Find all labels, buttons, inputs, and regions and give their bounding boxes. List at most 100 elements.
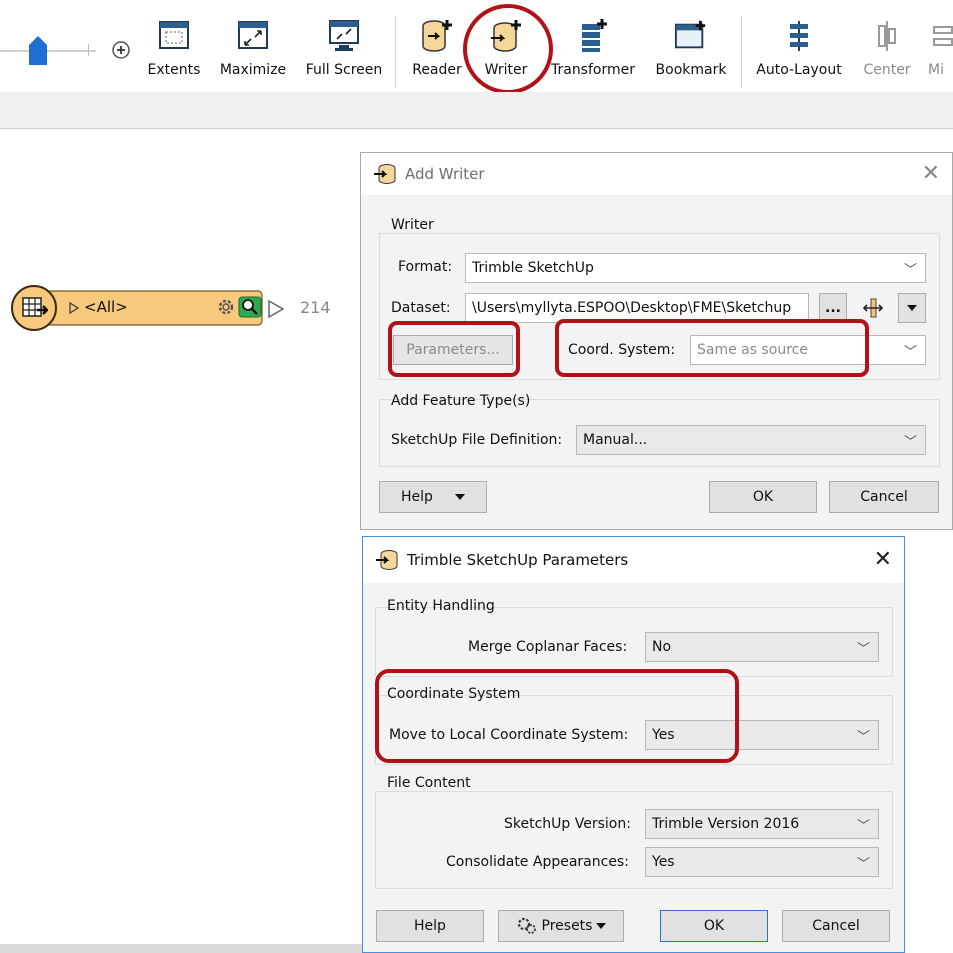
reader-icon (422, 20, 452, 52)
sketchup-version-select[interactable]: Trimble Version 2016 ﹀ (645, 809, 879, 839)
dataset-options-icon (862, 298, 884, 318)
full-screen-label: Full Screen (305, 62, 383, 78)
chevron-down-icon: ﹀ (856, 857, 870, 872)
toolbar-separator (741, 16, 742, 88)
inspect-magnifier-icon[interactable] (238, 296, 262, 318)
gear-icon[interactable] (215, 296, 237, 318)
transformer-label: Transformer (550, 62, 635, 78)
format-select[interactable]: Trimble SketchUp ﹀ (465, 253, 926, 283)
extents-button[interactable]: Extents (144, 18, 204, 88)
chevron-down-icon: ﹀ (903, 435, 917, 450)
maximize-icon (238, 21, 268, 49)
reader-label: Reader (412, 62, 462, 78)
middle-button[interactable]: Mi (928, 18, 953, 88)
sketchup-parameters-dialog: Trimble SketchUp Parameters ✕ Entity Han… (362, 536, 905, 953)
node-label: <All> (84, 298, 128, 316)
bookmark-label: Bookmark (655, 62, 727, 78)
output-port-icon[interactable] (266, 299, 286, 319)
help-label: Help (401, 489, 433, 505)
presets-button[interactable]: Presets (498, 910, 624, 942)
help-button[interactable]: Help (376, 910, 484, 942)
consolidate-value: Yes (652, 854, 675, 870)
chevron-down-icon: ﹀ (903, 263, 917, 278)
parameters-title: Trimble SketchUp Parameters (407, 551, 629, 569)
add-writer-titlebar: Add Writer (361, 153, 952, 195)
writer-group-label: Writer (391, 217, 434, 233)
reader-feature-node[interactable]: <All> (10, 284, 266, 332)
bookmark-icon (674, 20, 706, 49)
dataset-dropdown-button[interactable] (898, 293, 926, 323)
chevron-down-icon: ﹀ (903, 345, 917, 360)
writer-highlight-circle (463, 4, 553, 94)
transformer-icon (582, 19, 607, 52)
extents-icon (159, 21, 189, 49)
auto-layout-button[interactable]: Auto-Layout (750, 18, 848, 88)
center-icon (878, 21, 896, 51)
ok-button[interactable]: OK (660, 910, 768, 942)
consolidate-label: Consolidate Appearances: (446, 854, 629, 870)
merge-coplanar-select[interactable]: No ﹀ (645, 632, 879, 662)
sketchup-version-label: SketchUp Version: (504, 816, 631, 832)
add-writer-title: Add Writer (405, 165, 485, 183)
entity-handling-label: Entity Handling (387, 598, 495, 614)
feature-type-group-label: Add Feature Type(s) (391, 393, 531, 409)
full-screen-button[interactable]: Full Screen (302, 18, 386, 88)
extents-label: Extents (147, 62, 201, 78)
bookmark-button[interactable]: Bookmark (652, 18, 730, 88)
help-button[interactable]: Help (379, 481, 487, 513)
writer-icon (374, 164, 396, 184)
center-button[interactable]: Center (858, 18, 916, 88)
format-label: Format: (398, 259, 453, 275)
parameters-highlight-box (388, 321, 520, 377)
transformer-button[interactable]: Transformer (546, 18, 640, 88)
definition-label: SketchUp File Definition: (391, 432, 563, 448)
middle-label: Mi (928, 62, 944, 78)
table-icon (22, 297, 48, 317)
format-value: Trimble SketchUp (472, 260, 594, 276)
reader-button[interactable]: Reader (406, 18, 468, 88)
ok-button[interactable]: OK (709, 481, 817, 513)
center-label: Center (863, 62, 911, 78)
close-icon[interactable]: ✕ (874, 547, 892, 572)
zoom-slider-handle[interactable] (28, 36, 48, 66)
triangle-down-icon (596, 922, 607, 929)
cancel-button[interactable]: Cancel (782, 910, 890, 942)
file-content-label: File Content (387, 775, 471, 791)
zoom-slider[interactable] (0, 36, 100, 65)
triangle-down-icon (454, 493, 465, 500)
add-writer-dialog: Add Writer ✕ Writer Format: Trimble Sket… (360, 152, 953, 530)
port-triangle-icon[interactable] (68, 302, 80, 314)
presets-gear-icon (517, 917, 536, 934)
close-icon[interactable]: ✕ (922, 161, 940, 186)
maximize-label: Maximize (219, 62, 287, 78)
maximize-button[interactable]: Maximize (218, 18, 288, 88)
full-screen-icon (329, 20, 359, 51)
auto-layout-label: Auto-Layout (756, 62, 842, 78)
feature-count: 214 (300, 298, 331, 317)
main-toolbar: Extents Maximize Full Screen Reader Writ… (0, 0, 953, 94)
definition-value: Manual... (583, 432, 648, 448)
merge-coplanar-value: No (652, 639, 672, 655)
secondary-toolbar (0, 92, 953, 129)
dataset-value: \Users\myllyta.ESPOO\Desktop\FME\Sketchu… (472, 300, 792, 316)
parameters-titlebar: Trimble SketchUp Parameters (363, 537, 904, 583)
chevron-down-icon: ﹀ (856, 819, 870, 834)
consolidate-select[interactable]: Yes ﹀ (645, 847, 879, 877)
zoom-in-icon[interactable] (111, 40, 131, 60)
chevron-down-icon: ﹀ (856, 642, 870, 657)
middle-icon (933, 26, 953, 46)
toolbar-separator (395, 16, 396, 88)
local-coordinate-highlight-box (375, 669, 739, 763)
triangle-down-icon (907, 305, 917, 311)
merge-coplanar-label: Merge Coplanar Faces: (468, 639, 628, 655)
writer-icon (376, 550, 398, 570)
definition-select[interactable]: Manual... ﹀ (576, 425, 926, 455)
chevron-down-icon: ﹀ (856, 730, 870, 745)
canvas-bottom-strip (0, 944, 362, 953)
sketchup-version-value: Trimble Version 2016 (652, 816, 800, 832)
cancel-button[interactable]: Cancel (829, 481, 939, 513)
presets-label: Presets (541, 918, 593, 934)
auto-layout-icon (790, 21, 808, 51)
dataset-label: Dataset: (391, 300, 451, 316)
coord-system-highlight-box (555, 319, 869, 377)
